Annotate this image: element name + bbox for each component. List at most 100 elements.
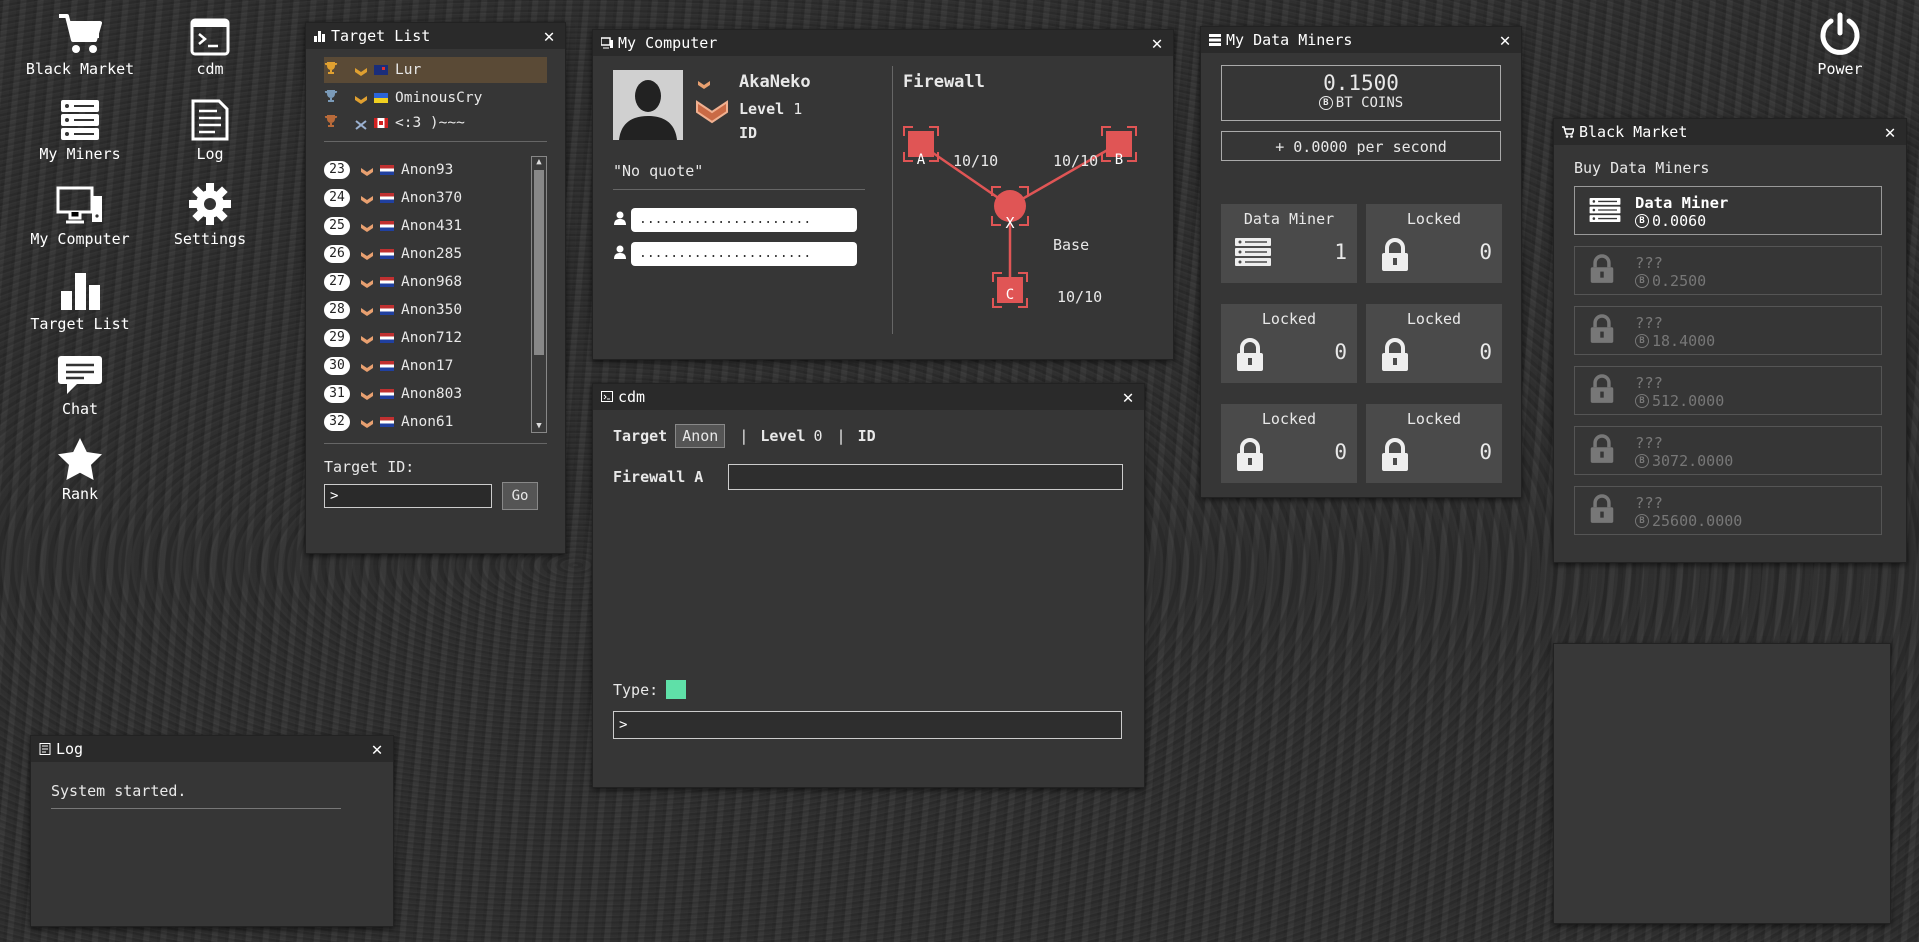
- desktop-icon-settings[interactable]: Settings: [150, 182, 270, 248]
- lock-icon: [1589, 374, 1615, 408]
- rank-badge: 31: [324, 385, 350, 403]
- flag-icon: [380, 221, 394, 231]
- target-row[interactable]: 30 Anon17: [324, 352, 547, 380]
- power-icon: [1780, 12, 1900, 56]
- target-row[interactable]: 29 Anon712: [324, 324, 547, 352]
- window-titlebar[interactable]: My Computer ✕: [593, 30, 1173, 56]
- window-titlebar[interactable]: cdm ✕: [593, 384, 1144, 410]
- node-a-value: 10/10: [953, 152, 999, 170]
- cart-icon: [1562, 126, 1574, 138]
- username: AkaNeko: [739, 72, 811, 92]
- item-name: ???: [1635, 254, 1663, 272]
- desktop-icon-target-list[interactable]: Target List: [20, 267, 140, 333]
- target-row[interactable]: 31 Anon803: [324, 380, 547, 408]
- target-row[interactable]: 32 Anon61: [324, 408, 547, 436]
- target-row[interactable]: 23 Anon93: [324, 156, 547, 184]
- top-target-row[interactable]: Lur: [324, 57, 547, 83]
- locked-market-item[interactable]: ??? B 0.2500: [1574, 246, 1882, 295]
- rank-chevron-icon: [360, 389, 374, 400]
- rank-cross-icon: [354, 118, 368, 130]
- locked-miner-card[interactable]: Locked 0: [1366, 304, 1502, 383]
- my-computer-window: My Computer ✕ AkaNeko Level 1 ID "No quo…: [592, 29, 1174, 360]
- avatar: [613, 70, 683, 140]
- rank-chevron-icon: [360, 333, 374, 344]
- target-id-input[interactable]: [324, 484, 492, 508]
- market-item-data-miner[interactable]: Data Miner B 0.0060: [1574, 186, 1882, 235]
- scrollbar-thumb[interactable]: [534, 170, 544, 355]
- target-row[interactable]: 28 Anon350: [324, 296, 547, 324]
- locked-miner-card[interactable]: Locked 0: [1366, 404, 1502, 483]
- desktop-icon-label: Log: [196, 145, 224, 163]
- target-row[interactable]: 27 Anon968: [324, 268, 547, 296]
- bitcoin-icon: B: [1318, 96, 1333, 110]
- flag-nz-icon: [374, 65, 388, 75]
- target-row[interactable]: 26 Anon285: [324, 240, 547, 268]
- coin-label: BT COINS: [1335, 95, 1404, 111]
- lock-icon: [1235, 438, 1265, 476]
- target-name: Anon803: [401, 386, 463, 402]
- desktop-icon-rank[interactable]: Rank: [20, 437, 140, 503]
- window-titlebar[interactable]: Black Market ✕: [1554, 119, 1906, 145]
- locked-miner-card[interactable]: Locked 0: [1221, 304, 1357, 383]
- coin-rate: + 0.0000 per second: [1221, 131, 1501, 161]
- locked-market-item[interactable]: ??? B 3072.0000: [1574, 426, 1882, 475]
- desktop-icon-cdm[interactable]: cdm: [150, 12, 270, 78]
- rank-badge: 32: [324, 413, 350, 431]
- scrollbar[interactable]: ▲ ▼: [531, 156, 547, 433]
- close-icon[interactable]: ✕: [369, 739, 385, 760]
- window-titlebar[interactable]: My Data Miners ✕: [1201, 27, 1521, 53]
- top-target-row[interactable]: <:3 )~~~: [324, 111, 547, 134]
- rank-chevron-icon: [697, 76, 711, 94]
- lock-icon: [1380, 338, 1410, 376]
- desktop-icon-my-computer[interactable]: My Computer: [20, 182, 140, 248]
- locked-market-item[interactable]: ??? B 18.4000: [1574, 306, 1882, 355]
- item-price-row: B 0.0060: [1635, 212, 1706, 230]
- top-target-row[interactable]: OminousCry: [324, 86, 547, 109]
- locked-market-item[interactable]: ??? B 512.0000: [1574, 366, 1882, 415]
- close-icon[interactable]: ✕: [541, 26, 557, 47]
- locked-miner-card[interactable]: Locked 0: [1221, 404, 1357, 483]
- node-c-value: 10/10: [1057, 288, 1103, 306]
- window-titlebar[interactable]: Log ✕: [31, 736, 393, 762]
- close-icon[interactable]: ✕: [1149, 33, 1165, 54]
- target-scroll-list[interactable]: 23 Anon93 24 Anon370 25 Anon431 26 Anon285 27 Ano…: [324, 156, 547, 433]
- server-icon: [1589, 198, 1621, 226]
- close-icon[interactable]: ✕: [1120, 387, 1136, 408]
- miner-card-label: Locked: [1406, 310, 1462, 328]
- locked-miner-card[interactable]: Locked 0: [1366, 204, 1502, 283]
- lock-icon: [1589, 254, 1615, 288]
- target-row[interactable]: 24 Anon370: [324, 184, 547, 212]
- target-name: Anon350: [401, 302, 463, 318]
- item-price: 25600.0000: [1652, 512, 1743, 530]
- window-title: My Data Miners: [1226, 31, 1353, 49]
- target-name: Anon17: [401, 358, 454, 374]
- target-row[interactable]: 25 Anon431: [324, 212, 547, 240]
- data-miner-card[interactable]: Data Miner 1: [1221, 204, 1357, 283]
- rank-chevron-icon: [360, 165, 374, 176]
- flag-ua-icon: [374, 92, 388, 103]
- close-icon[interactable]: ✕: [1497, 30, 1513, 51]
- miner-count: 0: [1479, 440, 1492, 464]
- desktop-icon-my-miners[interactable]: My Miners: [20, 97, 140, 163]
- window-titlebar[interactable]: Target List ✕: [306, 23, 565, 49]
- locked-market-item[interactable]: ??? B 25600.0000: [1574, 486, 1882, 535]
- window-title: cdm: [618, 388, 646, 406]
- desktop-icon-black-market[interactable]: Black Market: [20, 12, 140, 78]
- flag-icon: [380, 249, 394, 259]
- cdm-window: cdm ✕ Target Anon | Level 0 | ID Firewal…: [592, 383, 1145, 788]
- close-icon[interactable]: ✕: [1882, 122, 1898, 143]
- go-button[interactable]: Go: [502, 482, 538, 510]
- desktop-icon-chat[interactable]: Chat: [20, 352, 140, 418]
- lock-icon: [1589, 434, 1615, 468]
- desktop-icon-label: Black Market: [25, 60, 135, 78]
- rank-chevron-icon: [360, 277, 374, 288]
- flag-icon: [380, 389, 394, 399]
- lock-icon: [1380, 238, 1410, 276]
- desktop-icon-log[interactable]: Log: [150, 97, 270, 163]
- power-button[interactable]: Power: [1780, 12, 1900, 78]
- command-input[interactable]: [613, 711, 1122, 739]
- firewall-input[interactable]: [728, 464, 1123, 490]
- item-name: ???: [1635, 374, 1663, 392]
- log-entry: System started.: [51, 782, 341, 809]
- separator: |: [836, 427, 846, 445]
